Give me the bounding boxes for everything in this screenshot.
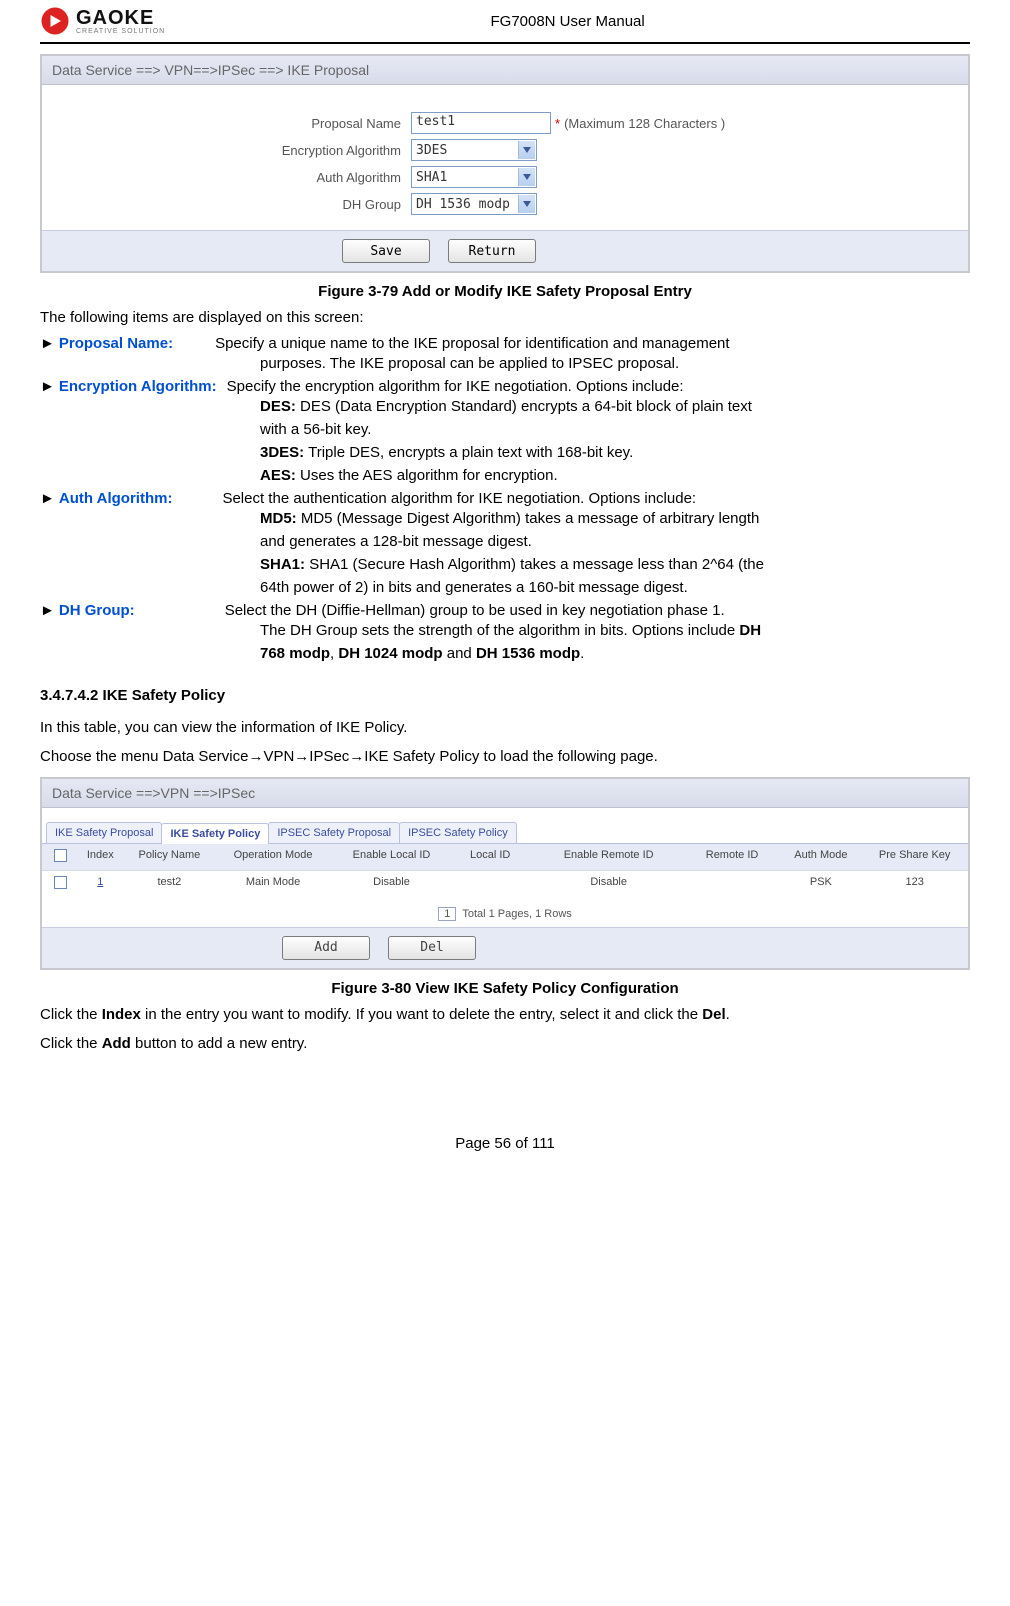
row-checkbox[interactable] [54,876,67,889]
after-para1: Click the Index in the entry you want to… [40,1003,970,1026]
page-header: GAOKE CREATIVE SOLUTION FG7008N User Man… [40,0,970,40]
auth-select[interactable]: SHA1 [411,166,537,188]
term-enc-alg: Encryption Algorithm: [59,378,217,395]
max-chars-hint: (Maximum 128 Characters ) [564,116,725,131]
policy-table-header: Index Policy Name Operation Mode Enable … [42,844,968,871]
row-index-link[interactable]: 1 [97,876,103,888]
doc-title: FG7008N User Manual [165,13,970,30]
required-star: * [555,116,560,131]
brand-name: GAOKE [76,8,165,28]
ike-proposal-screenshot: Data Service ==> VPN==>IPSec ==> IKE Pro… [40,54,970,273]
pager: 1Total 1 Pages, 1 Rows [42,897,968,927]
header-rule [40,42,970,44]
intro-text: The following items are displayed on thi… [40,306,970,329]
save-button[interactable]: Save [342,239,430,263]
return-button[interactable]: Return [448,239,536,263]
page-footer: Page 56 of 111 [40,1135,970,1152]
chevron-down-icon [518,168,535,186]
label-dh-group: DH Group [56,197,411,212]
term-dh-group: DH Group: [59,602,135,619]
select-all-checkbox[interactable] [54,849,67,862]
table-row: 1 test2 Main Mode Disable Disable PSK 12… [42,871,968,897]
ike-policy-screenshot: Data Service ==>VPN ==>IPSec IKE Safety … [40,777,970,970]
page-number[interactable]: 1 [438,907,456,921]
tab-ipsec-safety-proposal[interactable]: IPSEC Safety Proposal [268,822,400,843]
term-proposal-name: Proposal Name: [59,335,173,352]
tab-ike-safety-proposal[interactable]: IKE Safety Proposal [46,822,162,843]
add-button[interactable]: Add [282,936,370,960]
section-heading: 3.4.7.4.2 IKE Safety Policy [40,687,970,704]
tab-ike-safety-policy[interactable]: IKE Safety Policy [161,823,269,844]
breadcrumb-bar: Data Service ==> VPN==>IPSec ==> IKE Pro… [42,56,968,85]
brand-logo-icon [40,6,70,36]
term-auth-alg: Auth Algorithm: [59,490,173,507]
figure-3-79-caption: Figure 3-79 Add or Modify IKE Safety Pro… [40,283,970,300]
dh-group-select[interactable]: DH 1536 modp [411,193,537,215]
chevron-down-icon [518,195,535,213]
label-auth-alg: Auth Algorithm [56,170,411,185]
section-para1: In this table, you can view the informat… [40,716,970,739]
del-button[interactable]: Del [388,936,476,960]
brand-sub: CREATIVE SOLUTION [76,28,165,35]
encryption-select[interactable]: 3DES [411,139,537,161]
label-proposal-name: Proposal Name [56,116,411,131]
chevron-down-icon [518,141,535,159]
section-para2: Choose the menu Data Service→VPN→IPSec→I… [40,745,970,768]
tab-ipsec-safety-policy[interactable]: IPSEC Safety Policy [399,822,517,843]
label-enc-alg: Encryption Algorithm [56,143,411,158]
figure-3-80-caption: Figure 3-80 View IKE Safety Policy Confi… [40,980,970,997]
breadcrumb-bar-2: Data Service ==>VPN ==>IPSec [42,779,968,808]
after-para2: Click the Add button to add a new entry. [40,1032,970,1055]
proposal-name-input[interactable]: test1 [411,112,551,134]
